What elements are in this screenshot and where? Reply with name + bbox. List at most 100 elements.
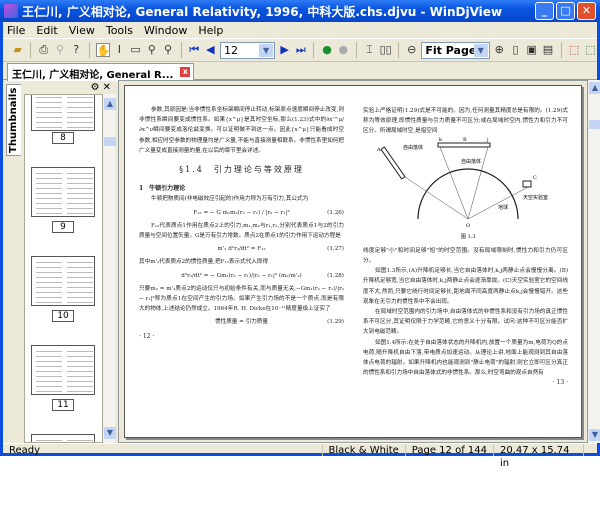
- thumbnail-text-line: [36, 178, 62, 179]
- svg-text:j: j: [486, 137, 489, 143]
- first-page-icon[interactable]: ⏮: [188, 43, 201, 57]
- thumbnail-page-11[interactable]: [31, 345, 95, 395]
- thumbnail-text-line: [36, 371, 62, 372]
- thumbnail-text-line: [36, 277, 62, 278]
- last-page-icon[interactable]: ⏭: [294, 43, 307, 57]
- find-icon[interactable]: ⚲: [53, 43, 66, 57]
- select-text-icon[interactable]: I: [113, 43, 126, 57]
- close-tab-icon[interactable]: x: [180, 67, 191, 77]
- zoom-rect-icon[interactable]: ⚲: [161, 43, 174, 57]
- status-display-mode: Black & White: [321, 444, 405, 456]
- fit-width-icon[interactable]: ▤: [541, 43, 554, 57]
- svg-text:天空实验室: 天空实验室: [523, 194, 548, 201]
- print-icon[interactable]: ⎙: [37, 43, 50, 57]
- thumbnail-text-line: [36, 193, 62, 194]
- document-page: 参数,其原因是:当非惯性系坐标架瞬间停止转动,标架原点速度瞬间停止改变,则非惯性…: [124, 85, 582, 438]
- zoom-out-icon[interactable]: ⊖: [405, 43, 418, 57]
- thumbnail-text-line: [36, 361, 62, 362]
- thumbnail-text-line: [67, 386, 93, 387]
- facing-pages-icon[interactable]: ▯▯: [379, 43, 392, 57]
- toolbar: ▰ ⎙ ⚲ ? ✋ I ▭ ⚲ ⚲ ⏮ ◀ 12 ▼ ▶ ⏭ ● ● ⌶ ▯▯ ⊖…: [3, 38, 597, 62]
- svg-text:B: B: [463, 137, 467, 143]
- svg-text:A: A: [376, 147, 381, 153]
- thumbnail-label: 8: [52, 132, 74, 144]
- thumbnail-text-line: [67, 292, 93, 293]
- thumbnail-text-line: [67, 122, 93, 123]
- menu-help[interactable]: Help: [198, 24, 223, 37]
- gear-icon[interactable]: ⚙: [90, 82, 99, 93]
- page-number-combo[interactable]: 12 ▼: [220, 41, 276, 59]
- thumbnail-text-line: [36, 262, 62, 263]
- thumbnail-page-12[interactable]: [31, 434, 95, 442]
- thumbnail-text-line: [67, 102, 93, 103]
- document-scrollbar[interactable]: ▲ ▼: [588, 80, 600, 443]
- status-page: Page 12 of 144: [404, 444, 493, 456]
- about-icon[interactable]: ?: [70, 43, 83, 57]
- open-icon[interactable]: ▰: [11, 43, 24, 57]
- thumbnail-text-line: [36, 173, 62, 174]
- thumbnail-text-line: [67, 127, 93, 128]
- select-rect-icon[interactable]: ▭: [129, 43, 142, 57]
- rotate-left-icon[interactable]: ⬚: [567, 43, 580, 57]
- scroll-up-icon[interactable]: ▲: [104, 98, 116, 110]
- menu-window[interactable]: Window: [144, 24, 187, 37]
- thumbnail-text-line: [67, 356, 93, 357]
- title-bar[interactable]: 王仁川, 广义相对论, General Relativity, 1996, 中科…: [0, 0, 600, 22]
- thumbnail-text-line: [67, 203, 93, 204]
- menu-tools[interactable]: Tools: [106, 24, 133, 37]
- zoom-in-icon[interactable]: ⊕: [493, 43, 506, 57]
- equation: 惯性质量 = 引力质量 (1.29): [215, 319, 344, 326]
- thumbnail-text-line: [67, 183, 93, 184]
- thumbnail-text-line: [67, 440, 93, 441]
- thumbnail-text-line: [67, 198, 93, 199]
- thumbnail-label: 9: [52, 221, 74, 233]
- document-tabs: 王仁川, 广义相对论, General R... x: [3, 62, 597, 81]
- next-page-icon[interactable]: ▶: [278, 43, 291, 57]
- menu-view[interactable]: View: [69, 24, 95, 37]
- thumbnail-text-line: [67, 277, 93, 278]
- menu-edit[interactable]: Edit: [36, 24, 57, 37]
- thumbnail-page-8[interactable]: [31, 95, 95, 131]
- fit-page-icon[interactable]: ▣: [525, 43, 538, 57]
- thumbnail-label: 11: [52, 399, 74, 411]
- scroll-up-icon[interactable]: ▲: [589, 82, 600, 94]
- thumbnail-text-line: [67, 351, 93, 352]
- thumbnail-text-line: [36, 188, 62, 189]
- actual-size-icon[interactable]: ▯: [509, 43, 522, 57]
- tab-thumbnails[interactable]: Thumbnails: [6, 84, 21, 156]
- chevron-down-icon[interactable]: ▼: [259, 43, 274, 57]
- back-icon[interactable]: ●: [320, 43, 333, 57]
- continuous-layout-icon[interactable]: ⌶: [363, 43, 376, 57]
- zoom-icon[interactable]: ⚲: [145, 43, 158, 57]
- forward-icon[interactable]: ●: [337, 43, 350, 57]
- page-number: · 13 ·: [552, 379, 568, 387]
- chevron-down-icon[interactable]: ▼: [473, 43, 488, 57]
- right-page-column: 实验上严格证明(1.29)式是不可能的。因为,任何测量其精度总是有限的。(1.2…: [363, 106, 568, 389]
- document-view[interactable]: 参数,其原因是:当非惯性系坐标架瞬间停止转动,标架原点速度瞬间停止改变,则非惯性…: [118, 80, 588, 443]
- thumbnail-text-line: [36, 183, 62, 184]
- thumbnail-scrollbar[interactable]: ▲ ▼: [103, 94, 116, 443]
- close-pane-icon[interactable]: ✕: [103, 82, 111, 93]
- maximize-button[interactable]: □: [556, 2, 575, 20]
- menu-file[interactable]: File: [7, 24, 25, 37]
- scroll-down-icon[interactable]: ▼: [589, 429, 600, 441]
- thumbnail-text-line: [67, 391, 93, 392]
- thumbnail-page-10[interactable]: [31, 256, 95, 306]
- svg-text:C: C: [533, 175, 537, 181]
- equation: F₁₂ = − G m₁m₂(r₂ − r₁) / |r₂ − r₁|³ (1.2…: [193, 209, 344, 216]
- scroll-thumb[interactable]: [104, 137, 116, 146]
- zoom-combo[interactable]: Fit Page ▼: [421, 41, 490, 59]
- prev-page-icon[interactable]: ◀: [204, 43, 217, 57]
- document-tab[interactable]: 王仁川, 广义相对论, General R... x: [7, 63, 195, 81]
- thumbnail-text-line: [36, 102, 62, 103]
- close-button[interactable]: ✕: [577, 2, 596, 20]
- scroll-thumb[interactable]: [589, 120, 600, 129]
- rotate-right-icon[interactable]: ⬚: [584, 43, 597, 57]
- page-number: · 12 ·: [139, 332, 155, 340]
- thumbnail-text-line: [67, 267, 93, 268]
- minimize-button[interactable]: _: [535, 2, 554, 20]
- hand-tool-icon[interactable]: ✋: [95, 43, 110, 57]
- scroll-down-icon[interactable]: ▼: [104, 427, 116, 439]
- thumbnail-page-9[interactable]: [31, 167, 95, 217]
- resize-grip[interactable]: [583, 444, 597, 456]
